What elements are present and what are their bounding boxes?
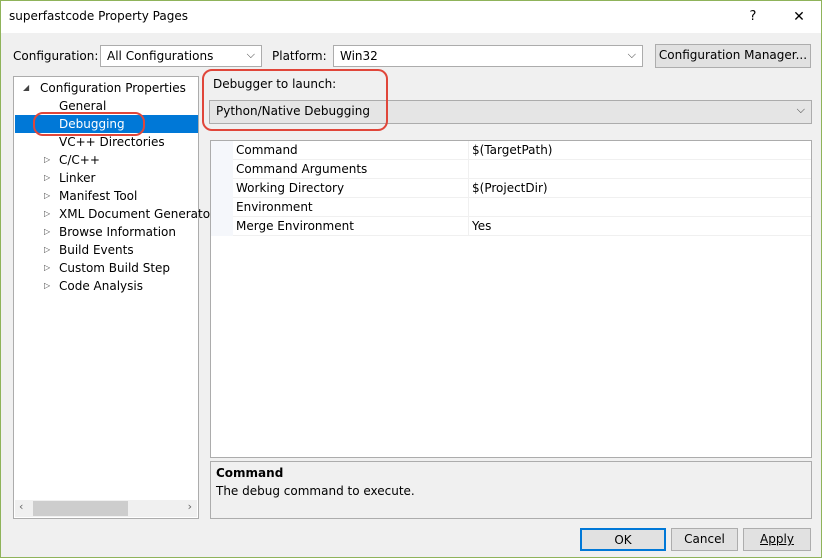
title-bar: superfastcode Property Pages ? ✕ xyxy=(1,1,821,33)
chevron-down-icon: ⌵ xyxy=(627,48,636,61)
collapsed-triangle-icon[interactable]: ▷ xyxy=(44,277,50,295)
horizontal-scrollbar[interactable]: ‹ › xyxy=(15,500,197,517)
platform-label: Platform: xyxy=(272,49,327,63)
column-divider xyxy=(468,179,469,198)
property-name: Environment xyxy=(236,200,313,214)
row-gutter xyxy=(211,179,233,198)
property-row[interactable]: Command $(TargetPath) xyxy=(211,141,811,160)
property-row[interactable]: Environment xyxy=(211,198,811,217)
tree-item[interactable]: ▷ Linker xyxy=(15,169,198,187)
collapsed-triangle-icon[interactable]: ▷ xyxy=(44,187,50,205)
help-button[interactable]: ? xyxy=(738,5,768,29)
row-gutter xyxy=(211,160,233,179)
description-title: Command xyxy=(216,466,284,480)
property-name: Command xyxy=(236,143,298,157)
description-text: The debug command to execute. xyxy=(216,484,415,498)
tree-item[interactable]: ▷ Build Events xyxy=(15,241,198,259)
chevron-down-icon: ⌵ xyxy=(246,48,255,61)
column-divider xyxy=(468,198,469,217)
collapsed-triangle-icon[interactable]: ▷ xyxy=(44,223,50,241)
tree-root-label: Configuration Properties xyxy=(40,81,186,95)
column-divider xyxy=(468,141,469,160)
row-gutter xyxy=(211,141,233,160)
property-row[interactable]: Merge Environment Yes xyxy=(211,217,811,236)
expanded-triangle-icon[interactable]: ◢ xyxy=(23,79,29,97)
row-gutter xyxy=(211,198,233,217)
tree-item[interactable]: ▷ Browse Information xyxy=(15,223,198,241)
collapsed-triangle-icon[interactable]: ▷ xyxy=(44,151,50,169)
scroll-right-icon[interactable]: › xyxy=(188,500,192,513)
scroll-left-icon[interactable]: ‹ xyxy=(19,500,23,513)
property-tree: ◢ Configuration Properties General Debuggi… xyxy=(13,76,215,519)
property-value[interactable]: $(ProjectDir) xyxy=(472,181,548,195)
collapsed-triangle-icon[interactable]: ▷ xyxy=(44,169,50,187)
column-divider xyxy=(468,217,469,236)
tree-item-label: Build Events xyxy=(59,243,134,257)
tree-item-label: C/C++ xyxy=(59,153,100,167)
property-name: Command Arguments xyxy=(236,162,368,176)
configuration-label: Configuration: xyxy=(13,49,99,63)
scrollbar-thumb[interactable] xyxy=(33,501,128,516)
window-title: superfastcode Property Pages xyxy=(9,9,188,23)
configuration-manager-button[interactable]: Configuration Manager... xyxy=(655,44,811,68)
configuration-value: All Configurations xyxy=(107,49,214,63)
property-name: Working Directory xyxy=(236,181,345,195)
tree-item-label: XML Document Generator xyxy=(59,207,215,221)
chevron-down-icon: ⌵ xyxy=(796,103,805,116)
tree-item[interactable]: ▷ Code Analysis xyxy=(15,277,198,295)
collapsed-triangle-icon[interactable]: ▷ xyxy=(44,259,50,277)
tree-item[interactable]: ▷ C/C++ xyxy=(15,151,198,169)
collapsed-triangle-icon[interactable]: ▷ xyxy=(44,241,50,259)
debugger-highlight-annotation xyxy=(202,69,388,131)
close-button[interactable]: ✕ xyxy=(784,5,814,29)
cancel-button[interactable]: Cancel xyxy=(671,528,738,551)
description-panel: Command The debug command to execute. xyxy=(210,461,812,519)
platform-value: Win32 xyxy=(340,49,378,63)
column-divider xyxy=(468,160,469,179)
property-value[interactable]: Yes xyxy=(472,219,491,233)
platform-dropdown[interactable]: Win32 ⌵ xyxy=(333,45,643,67)
tree-root[interactable]: ◢ Configuration Properties xyxy=(15,79,198,97)
property-row[interactable]: Working Directory $(ProjectDir) xyxy=(211,179,811,198)
property-value[interactable]: $(TargetPath) xyxy=(472,143,552,157)
property-name: Merge Environment xyxy=(236,219,354,233)
tree-item-label: Code Analysis xyxy=(59,279,143,293)
tree-item-label: Linker xyxy=(59,171,96,185)
configuration-dropdown[interactable]: All Configurations ⌵ xyxy=(100,45,262,67)
tree-item[interactable]: ▷ Manifest Tool xyxy=(15,187,198,205)
property-row[interactable]: Command Arguments xyxy=(211,160,811,179)
tree-item-label: Browse Information xyxy=(59,225,176,239)
row-gutter xyxy=(211,217,233,236)
apply-button[interactable]: Apply xyxy=(743,528,811,551)
debugging-highlight-annotation xyxy=(33,112,145,136)
property-pages-dialog: superfastcode Property Pages ? ✕ Configu… xyxy=(0,0,822,558)
tree-item[interactable]: ▷ XML Document Generator xyxy=(15,205,215,223)
collapsed-triangle-icon[interactable]: ▷ xyxy=(44,205,50,223)
tree-item-label: Manifest Tool xyxy=(59,189,138,203)
ok-button[interactable]: OK xyxy=(580,528,666,551)
property-grid: Command $(TargetPath) Command Arguments Wor… xyxy=(210,140,812,458)
tree-item[interactable]: ▷ Custom Build Step xyxy=(15,259,198,277)
tree-item-label: Custom Build Step xyxy=(59,261,171,275)
